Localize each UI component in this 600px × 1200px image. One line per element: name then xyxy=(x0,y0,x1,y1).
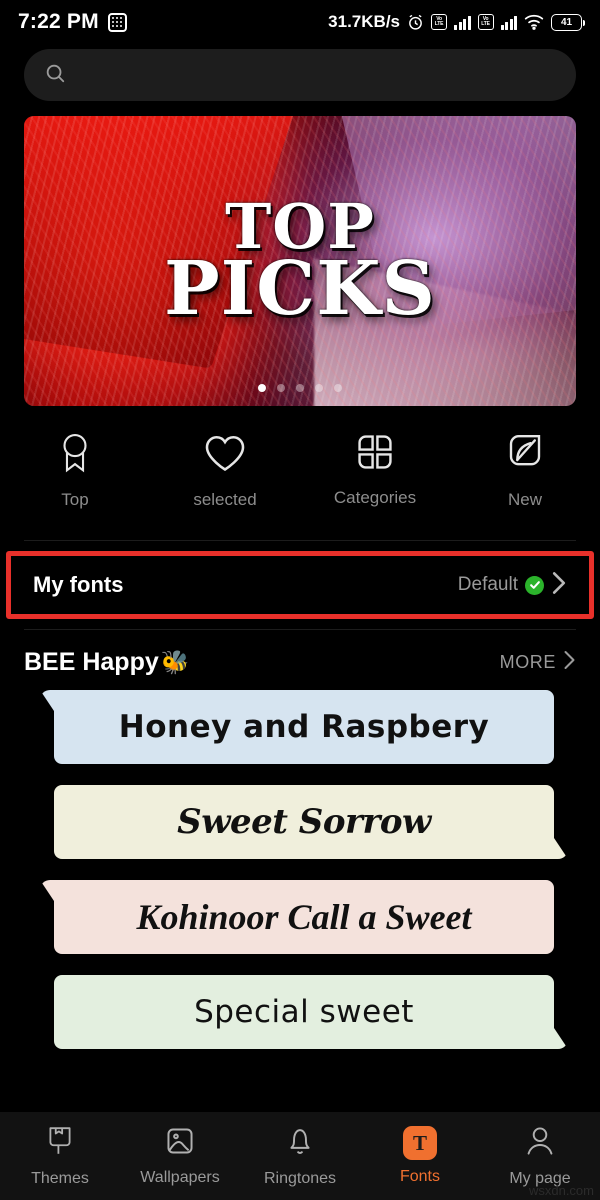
quick-link-new[interactable]: New xyxy=(450,432,600,510)
font-card-text: Special sweet xyxy=(194,994,414,1030)
status-time: 7:22 PM xyxy=(18,10,99,33)
quick-link-label: Categories xyxy=(333,488,417,507)
battery-level: 41 xyxy=(560,16,573,28)
status-bar: 7:22 PM 31.7KB/s Vo LTE Vo LTE 41 xyxy=(0,0,600,44)
status-bar-right: 31.7KB/s Vo LTE Vo LTE 41 xyxy=(328,12,585,32)
fonts-badge-letter: T xyxy=(412,1130,427,1155)
bee-emoji-icon: 🐝 xyxy=(160,649,190,675)
font-card[interactable]: Kohinoor Call a Sweet xyxy=(40,880,554,954)
font-card-text: Honey and Raspbery xyxy=(118,709,490,745)
nav-item-themes[interactable]: Themes xyxy=(0,1125,120,1188)
grid-petals-icon xyxy=(355,432,395,477)
banner-dot[interactable] xyxy=(315,384,323,392)
banner-title-line2: PICKS xyxy=(164,246,436,333)
font-card-text: Kohinoor Call a Sweet xyxy=(136,897,472,937)
my-fonts-right: Default xyxy=(458,571,567,600)
font-card[interactable]: Honey and Raspbery xyxy=(40,690,554,764)
wifi-icon xyxy=(524,14,544,30)
quick-link-selected[interactable]: selected xyxy=(150,432,300,510)
quick-links: Top selected Categories New xyxy=(0,432,600,510)
person-icon xyxy=(525,1125,555,1162)
fonts-t-icon: T xyxy=(403,1126,437,1160)
font-card[interactable]: Special sweet xyxy=(54,975,568,1049)
section-title-text: BEE Happy xyxy=(24,648,159,676)
bell-icon xyxy=(286,1125,314,1162)
section-more-label: MORE xyxy=(499,652,556,672)
nav-label: Themes xyxy=(31,1169,89,1187)
search-icon xyxy=(44,62,66,89)
leaf-icon xyxy=(506,432,544,479)
promo-banner[interactable]: TOP PICKS xyxy=(24,116,576,406)
font-card-tail xyxy=(548,1019,568,1049)
my-fonts-title: My fonts xyxy=(33,572,124,597)
signal-bars-sim1-icon xyxy=(454,15,471,30)
quick-link-categories[interactable]: Categories xyxy=(300,432,450,510)
my-fonts-value: Default xyxy=(457,574,518,595)
banner-dot[interactable] xyxy=(277,384,285,392)
nav-item-fonts[interactable]: T Fonts xyxy=(360,1126,480,1186)
award-ribbon-icon xyxy=(56,432,94,479)
font-card-tail xyxy=(40,880,60,910)
bottom-navigation: Themes Wallpapers Ringtones T Fonts My p… xyxy=(0,1112,600,1200)
banner-dot[interactable] xyxy=(296,384,304,392)
chevron-right-icon xyxy=(563,650,576,675)
nav-item-ringtones[interactable]: Ringtones xyxy=(240,1125,360,1188)
signal-bars-sim2-icon xyxy=(500,15,517,30)
quick-link-label: selected xyxy=(193,490,257,509)
banner-dot[interactable] xyxy=(334,384,342,392)
heart-icon xyxy=(204,432,246,479)
font-card-tail xyxy=(40,690,60,720)
banner-title: TOP PICKS xyxy=(24,116,576,406)
battery-indicator: 41 xyxy=(551,13,585,31)
font-card-text: Sweet Sorrow xyxy=(177,802,431,842)
font-card[interactable]: Sweet Sorrow xyxy=(54,785,568,859)
app-grid-icon xyxy=(107,12,127,32)
nav-label: Ringtones xyxy=(263,1169,337,1187)
nav-label: Wallpapers xyxy=(140,1168,220,1186)
section-more-button[interactable]: MORE xyxy=(500,650,576,675)
my-fonts-highlight: My fonts Default xyxy=(6,551,594,619)
nav-item-wallpapers[interactable]: Wallpapers xyxy=(120,1126,240,1187)
section-header: BEE Happy 🐝 MORE xyxy=(0,630,600,677)
search-bar[interactable] xyxy=(24,49,576,101)
font-card-tail xyxy=(548,829,568,859)
theme-brush-icon xyxy=(45,1125,75,1162)
volte-sim2-icon: Vo LTE xyxy=(477,14,494,30)
app-screen: 7:22 PM 31.7KB/s Vo LTE Vo LTE 41 TOP PI… xyxy=(0,0,600,1200)
alarm-clock-icon xyxy=(407,14,424,31)
banner-dot[interactable] xyxy=(258,384,266,392)
my-fonts-row[interactable]: My fonts Default xyxy=(15,560,585,610)
quick-link-label: Top xyxy=(61,490,89,509)
nav-item-my-page[interactable]: My page xyxy=(480,1125,600,1188)
nav-label: Fonts xyxy=(399,1168,440,1185)
status-bar-left: 7:22 PM xyxy=(18,10,127,34)
chevron-right-icon xyxy=(551,571,567,600)
volte-sim1-icon: Vo LTE xyxy=(431,14,447,30)
font-card-list: Honey and Raspbery Sweet Sorrow Kohinoor C… xyxy=(0,690,600,1049)
green-check-icon xyxy=(525,575,544,595)
section-title: BEE Happy 🐝 xyxy=(24,648,189,677)
quick-link-label: New xyxy=(507,490,542,509)
network-speed: 31.7KB/s xyxy=(328,12,400,31)
image-icon xyxy=(165,1126,195,1161)
quick-link-top[interactable]: Top xyxy=(0,432,150,510)
banner-pagination-dots[interactable] xyxy=(24,384,576,392)
divider xyxy=(24,540,576,541)
watermark: wsxdn.com xyxy=(528,1183,594,1198)
search-input[interactable] xyxy=(78,66,556,84)
